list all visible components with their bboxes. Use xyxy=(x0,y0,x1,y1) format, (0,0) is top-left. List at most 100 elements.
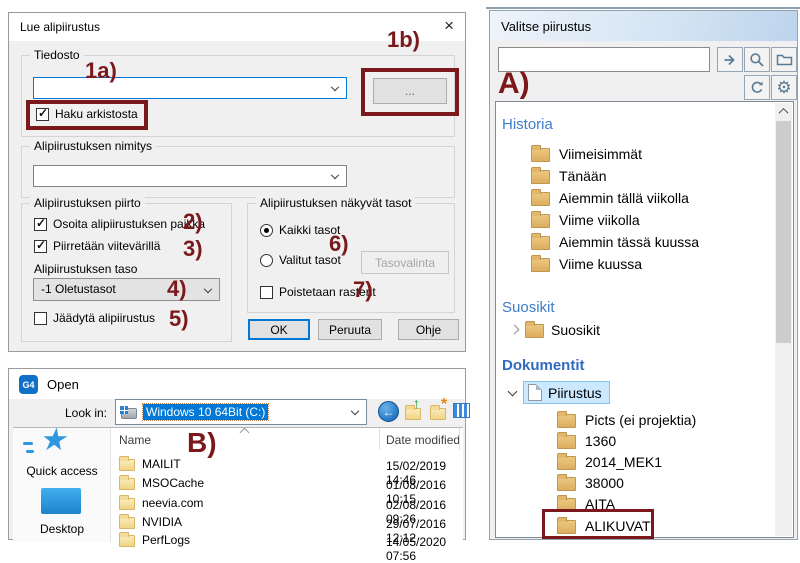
file-row[interactable]: MSOCache xyxy=(119,475,204,490)
app-icon: G4 xyxy=(19,375,38,394)
new-folder-button[interactable]: * xyxy=(430,405,446,420)
tree-item-2014-mek1[interactable]: 2014_MEK1 xyxy=(557,451,662,472)
tree-item-label: Aiemmin tässä kuussa xyxy=(559,234,699,250)
file-row[interactable]: neevia.com xyxy=(119,495,203,510)
refresh-button[interactable] xyxy=(744,75,770,100)
tree-item-tanaan[interactable]: Tänään xyxy=(531,165,606,186)
up-folder-button[interactable]: ↑ xyxy=(405,405,421,420)
tree-item-suosikit[interactable]: Suosikit xyxy=(511,319,600,340)
button-label: Peruuta xyxy=(329,323,371,337)
scrollbar-thumb[interactable] xyxy=(776,121,791,343)
file-name: NVIDIA xyxy=(142,515,182,529)
tree-item-1360[interactable]: 1360 xyxy=(557,430,616,451)
folder-icon xyxy=(531,148,550,162)
folder-icon xyxy=(531,258,550,272)
button-label: Tasovalinta xyxy=(375,256,435,270)
tree-item-label: Tänään xyxy=(559,168,606,184)
scrollbar[interactable] xyxy=(775,103,792,536)
look-in-label: Look in: xyxy=(59,406,107,420)
chevron-down-icon[interactable] xyxy=(508,386,518,396)
browse-folder-button[interactable] xyxy=(771,47,797,72)
go-icon xyxy=(722,52,738,68)
document-icon xyxy=(528,384,542,401)
dokumentit-header: Dokumentit xyxy=(502,357,585,374)
browse-button-label: ... xyxy=(405,84,415,98)
annotation-5: 5) xyxy=(169,306,189,332)
nimitys-combobox[interactable] xyxy=(33,165,347,187)
back-button[interactable]: ← xyxy=(378,401,399,422)
ohje-button[interactable]: Ohje xyxy=(398,319,459,340)
tree-item-viimeisimmat[interactable]: Viimeisimmät xyxy=(531,143,642,164)
go-button[interactable] xyxy=(717,47,743,72)
chevron-up-icon xyxy=(779,108,789,118)
tree-item-label: AITA xyxy=(585,496,615,512)
app-icon-label: G4 xyxy=(22,380,34,390)
quick-access-icon xyxy=(23,442,33,445)
column-header-name[interactable]: Name xyxy=(119,433,151,447)
open-folder-icon xyxy=(776,52,793,67)
column-header-date[interactable]: Date modified xyxy=(386,433,460,447)
tree-item-38000[interactable]: 38000 xyxy=(557,472,624,493)
look-in-combobox[interactable]: Windows 10 64Bit (C:) xyxy=(115,399,367,425)
places-sidebar: ★ Quick access Desktop xyxy=(13,428,111,542)
settings-button[interactable]: ⚙ xyxy=(771,75,797,100)
open-dialog: G4 Open Look in: Windows 10 64Bit (C:) ←… xyxy=(8,368,466,540)
view-menu-icon[interactable] xyxy=(453,403,470,418)
tree-item-aita[interactable]: AITA xyxy=(557,493,615,514)
check-icon: ✓ xyxy=(36,216,46,230)
new-folder-icon: * xyxy=(441,396,447,414)
tree-item-picts[interactable]: Picts (ei projektia) xyxy=(557,409,696,430)
column-divider[interactable] xyxy=(379,428,380,450)
folder-icon xyxy=(557,520,576,534)
scroll-up-button[interactable] xyxy=(775,103,792,120)
file-browser-area: ★ Quick access Desktop Name Date modifie… xyxy=(13,427,463,541)
tasovalinta-button[interactable]: Tasovalinta xyxy=(361,251,449,274)
tree-item-piirustus[interactable]: Piirustus xyxy=(509,382,610,403)
checkbox-label: Jäädytä alipiirustus xyxy=(53,311,155,325)
close-button[interactable]: × xyxy=(444,16,454,36)
selected-item[interactable]: Piirustus xyxy=(523,381,610,404)
search-input[interactable] xyxy=(498,47,710,72)
tree-item-aiemmin-kuussa[interactable]: Aiemmin tässä kuussa xyxy=(531,231,699,252)
haku-arkistosta-checkbox[interactable]: ✓ Haku arkistosta xyxy=(36,107,138,121)
title-bar[interactable]: G4 Open xyxy=(9,369,465,399)
search-button[interactable] xyxy=(744,47,770,72)
chevron-down-icon xyxy=(331,171,339,179)
chevron-down-icon xyxy=(204,284,212,292)
folder-icon xyxy=(557,456,576,470)
tree-item-aiemmin-viikolla[interactable]: Aiemmin tällä viikolla xyxy=(531,187,689,208)
tree-item-alikuvat[interactable]: ALIKUVAT xyxy=(557,515,651,536)
group-label: Tiedosto xyxy=(30,48,84,62)
folder-icon xyxy=(531,170,550,184)
viitevari-checkbox[interactable]: ✓ Piirretään viitevärillä xyxy=(34,239,160,253)
file-row[interactable]: NVIDIA xyxy=(119,514,182,529)
annotation-4: 4) xyxy=(167,276,187,302)
chevron-right-icon[interactable] xyxy=(510,325,520,335)
valitse-piirustus-panel: Valitse piirustus ⚙ A) Historia Viimeisi… xyxy=(489,10,798,540)
peruuta-button[interactable]: Peruuta xyxy=(318,319,382,340)
tree-item-label: 38000 xyxy=(585,475,624,491)
chevron-down-icon xyxy=(351,407,359,415)
file-name: MSOCache xyxy=(142,476,204,490)
folder-icon xyxy=(531,236,550,250)
taso-dropdown[interactable]: -1 Oletustasot xyxy=(33,278,220,301)
file-name: MAILIT xyxy=(142,457,181,471)
taso-label: Alipiirustuksen taso xyxy=(34,262,137,276)
folder-icon xyxy=(119,498,135,510)
tree-item-viime-viikolla[interactable]: Viime viikolla xyxy=(531,209,640,230)
desktop-item[interactable]: Desktop xyxy=(13,522,111,536)
quick-access-item[interactable]: Quick access xyxy=(13,464,111,478)
panel-title-bar[interactable]: Valitse piirustus xyxy=(490,11,797,41)
tree-item-label: Viimeisimmät xyxy=(559,146,642,162)
file-row[interactable]: MAILIT xyxy=(119,456,181,471)
browse-button[interactable]: ... xyxy=(373,78,447,104)
taso-value: -1 Oletustasot xyxy=(41,282,116,296)
column-divider[interactable] xyxy=(459,428,460,450)
jaadyta-checkbox[interactable]: Jäädytä alipiirustus xyxy=(34,311,155,325)
tiedosto-value xyxy=(34,81,40,95)
tree-item-viime-kuussa[interactable]: Viime kuussa xyxy=(531,253,642,274)
button-label: OK xyxy=(270,323,287,337)
osoita-checkbox[interactable]: ✓ Osoita alipiirustuksen paikka xyxy=(34,217,205,231)
ok-button[interactable]: OK xyxy=(248,319,310,340)
tiedosto-combobox[interactable] xyxy=(33,77,347,99)
